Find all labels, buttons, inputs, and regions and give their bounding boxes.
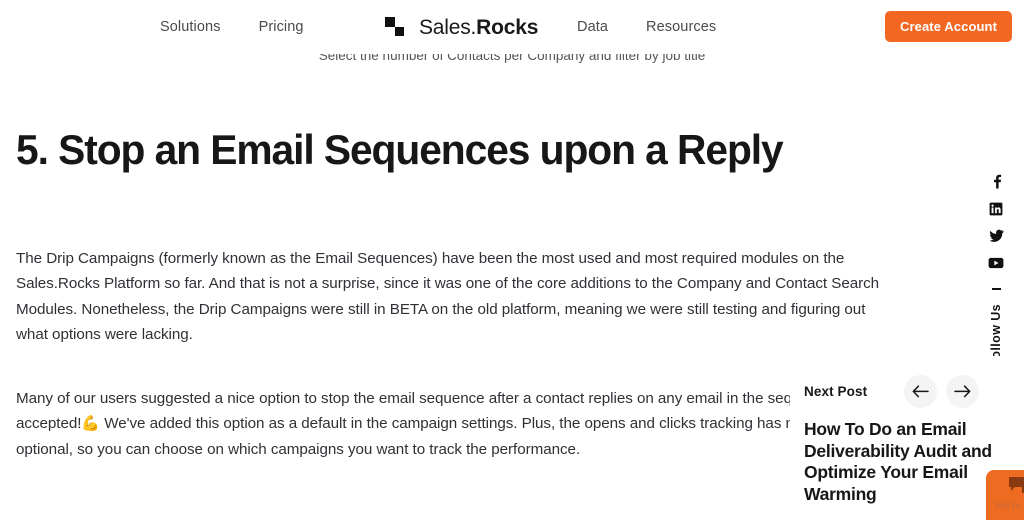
social-share-rail: Follow Us [982,168,1010,366]
twitter-icon[interactable] [984,222,1008,249]
chat-bubble-icon [1008,476,1024,498]
logo-wordmark: Sales.Rocks [419,17,538,38]
rail-divider [991,288,1001,290]
chat-widget[interactable]: We're offline. [986,470,1024,520]
next-post-label: Next Post [804,383,868,399]
article-paragraph-2: Many of our users suggested a nice optio… [16,386,916,462]
site-logo[interactable]: Sales.Rocks [377,9,538,45]
sales-rocks-logo-icon [377,9,412,45]
next-post-nav [904,374,980,408]
site-header: Solutions Pricing Sales.Rocks Data Resou… [0,0,1024,54]
nav-item-resources[interactable]: Resources [646,19,716,35]
flexed-biceps-emoji: 💪 [81,415,101,433]
logo-word-sales: Sales. [419,15,477,39]
arrow-left-icon[interactable] [904,374,938,408]
primary-nav-right: Data Resources [577,0,716,54]
nav-item-pricing[interactable]: Pricing [259,19,304,35]
page-title: 5. Stop an Email Sequences upon a Reply [16,126,784,173]
chat-status-text: We're offline. [994,500,1024,512]
youtube-icon[interactable] [984,249,1008,276]
create-account-button[interactable]: Create Account [885,11,1012,42]
article-paragraph-1: The Drip Campaigns (formerly known as th… [16,250,880,344]
linkedin-icon[interactable] [984,195,1008,222]
page-root: 5. Stop an Email Sequences upon a Reply … [0,0,1024,520]
nav-item-data[interactable]: Data [577,19,608,35]
primary-nav-left: Solutions Pricing [160,0,304,54]
logo-word-rocks: Rocks [476,15,539,39]
arrow-right-icon[interactable] [946,374,980,408]
next-post-header: Next Post [804,374,1024,408]
next-post-title-link[interactable]: How To Do an Email Deliverability Audit … [804,419,1009,505]
article-paragraph-2-after: We've added this option as a default in … [16,415,893,458]
facebook-icon[interactable] [984,168,1008,195]
nav-item-solutions[interactable]: Solutions [160,19,221,35]
